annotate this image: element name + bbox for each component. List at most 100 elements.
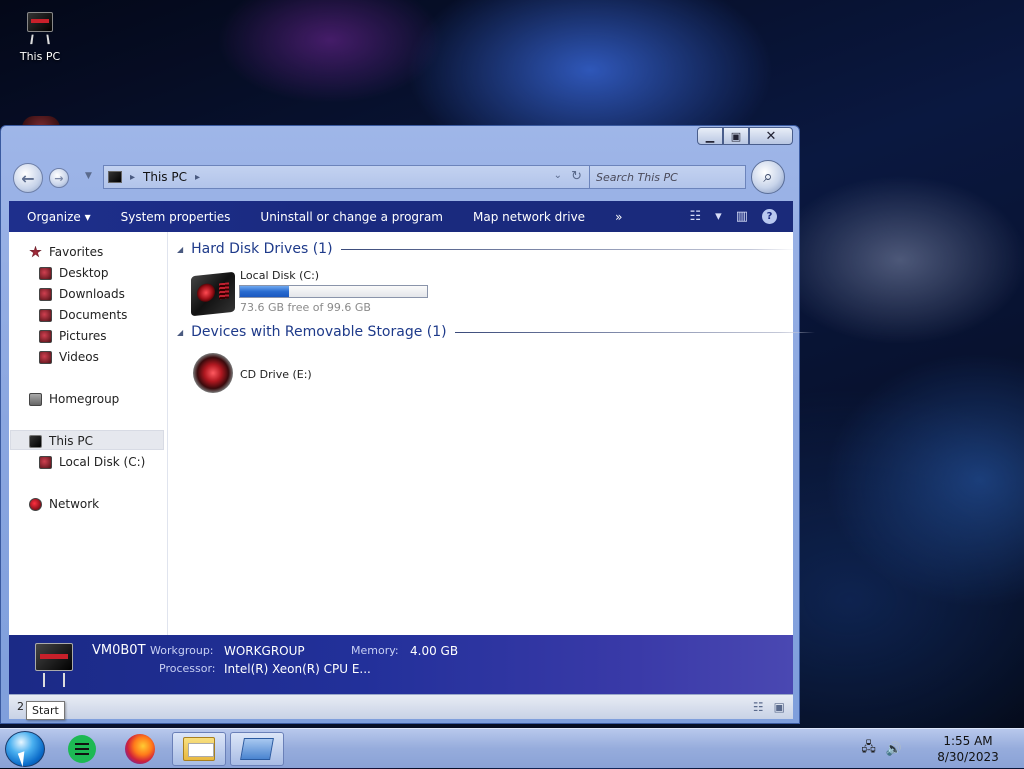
forward-button[interactable]: → (49, 168, 69, 188)
organize-menu[interactable]: Organize ▾ (9, 210, 106, 224)
homegroup-icon (29, 392, 42, 406)
status-bar: 2 ☷ ▣ (9, 694, 793, 719)
hard-drive-icon[interactable] (191, 271, 235, 317)
workgroup-label: Workgroup: (150, 644, 214, 657)
status-view-buttons: ☷ ▣ (753, 700, 785, 714)
hard-drive-icon (39, 455, 52, 469)
view-options-dropdown-icon[interactable]: ▾ (715, 209, 722, 224)
clock-time: 1:55 AM (943, 734, 993, 748)
processor-label: Processor: (159, 662, 216, 675)
close-button[interactable]: ✕ (749, 127, 793, 145)
map-network-drive-button[interactable]: Map network drive (458, 210, 600, 224)
refresh-icon[interactable]: ↻ (571, 169, 582, 184)
taskbar-app-firefox[interactable] (116, 732, 164, 766)
drive-c-usage-fill (240, 286, 289, 297)
caption-buttons: ▁ ▣ ✕ (697, 127, 793, 145)
search-box[interactable] (589, 165, 746, 189)
search-button[interactable]: ⌕ (751, 160, 785, 194)
item-count: 2 (17, 700, 24, 713)
volume-icon[interactable]: 🔊 (886, 742, 902, 757)
recent-locations-button[interactable]: ▼ (85, 171, 92, 181)
breadcrumb-separator-icon[interactable]: ▸ (195, 172, 200, 183)
drive-c-name[interactable]: Local Disk (C:) (240, 269, 319, 282)
details-view-icon[interactable]: ☷ (753, 700, 764, 714)
group-header-removable-storage[interactable]: ◢ Devices with Removable Storage (1) (177, 324, 815, 340)
nav-item-favorites[interactable]: Favorites (29, 245, 103, 259)
start-tooltip: Start (26, 701, 65, 720)
drive-c-usage-bar (239, 285, 428, 298)
preview-pane-icon[interactable]: ▥ (736, 209, 748, 224)
star-icon (29, 245, 42, 258)
processor-value: Intel(R) Xeon(R) CPU E... (224, 662, 371, 676)
firefox-icon (125, 734, 155, 764)
documents-icon (39, 308, 52, 322)
desktop-icon-this-pc[interactable]: This PC (14, 10, 66, 63)
back-button[interactable]: ← (13, 163, 43, 193)
system-tray: 🖧 🔊 1:55 AM 8/30/2023 (861, 729, 1024, 769)
explorer-window: ▁ ▣ ✕ ← → ▼ ▸ This PC ▸ ⌄ ↻ ⌕ Organize ▾… (0, 125, 815, 724)
window-icon (240, 738, 274, 760)
nav-item-documents[interactable]: Documents (39, 308, 127, 322)
nav-item-this-pc[interactable]: This PC (29, 434, 93, 448)
large-icons-view-icon[interactable]: ▣ (774, 700, 785, 714)
uninstall-program-button[interactable]: Uninstall or change a program (245, 210, 458, 224)
taskbar: 🖧 🔊 1:55 AM 8/30/2023 (0, 728, 1024, 768)
nav-item-pictures[interactable]: Pictures (39, 329, 107, 343)
folder-icon (183, 737, 215, 761)
change-view-icon[interactable]: ☷ (690, 209, 702, 224)
taskbar-app-control-panel[interactable] (230, 732, 284, 766)
collapse-arrow-icon[interactable]: ◢ (177, 328, 183, 337)
address-dropdown-icon[interactable]: ⌄ (554, 170, 562, 181)
content-area: Favorites Desktop Downloads Documents Pi… (9, 232, 815, 635)
cd-drive-icon[interactable] (193, 353, 233, 393)
drives-view: ◢ Hard Disk Drives (1) Local Disk (C:) 7… (174, 232, 815, 635)
group-header-hard-disk-drives[interactable]: ◢ Hard Disk Drives (1) (177, 241, 796, 257)
videos-icon (39, 350, 52, 364)
drive-e-name[interactable]: CD Drive (E:) (240, 368, 312, 381)
navigation-bar: ← → ▼ ▸ This PC ▸ ⌄ ↻ ⌕ (11, 160, 789, 194)
computer-icon (31, 641, 77, 689)
nav-item-downloads[interactable]: Downloads (39, 287, 125, 301)
memory-label: Memory: (351, 644, 399, 657)
clock-date: 8/30/2023 (937, 750, 999, 764)
more-commands-button[interactable]: » (600, 210, 637, 224)
computer-icon (23, 10, 57, 46)
clock[interactable]: 1:55 AM 8/30/2023 (912, 733, 1024, 765)
nav-item-desktop[interactable]: Desktop (39, 266, 109, 280)
network-icon (29, 497, 42, 511)
computer-icon (29, 434, 42, 448)
nav-item-network[interactable]: Network (29, 497, 99, 511)
downloads-icon (39, 287, 52, 301)
nav-item-homegroup[interactable]: Homegroup (29, 392, 119, 406)
taskbar-app-file-explorer[interactable] (172, 732, 226, 766)
workgroup-value: WORKGROUP (224, 644, 305, 658)
computer-icon (108, 171, 122, 183)
breadcrumb-this-pc[interactable]: This PC (143, 170, 187, 184)
nav-item-videos[interactable]: Videos (39, 350, 99, 364)
minimize-button[interactable]: ▁ (697, 127, 723, 145)
back-arrow-icon: ← (21, 168, 35, 188)
desktop-icon-label: This PC (19, 50, 61, 63)
command-bar: Organize ▾ System properties Uninstall o… (9, 201, 793, 232)
forward-arrow-icon: → (54, 171, 64, 185)
breadcrumb-separator-icon[interactable]: ▸ (130, 172, 135, 183)
notes-app-icon (68, 735, 96, 763)
search-icon: ⌕ (763, 167, 773, 187)
navigation-pane: Favorites Desktop Downloads Documents Pi… (9, 232, 168, 635)
nav-item-local-disk[interactable]: Local Disk (C:) (39, 455, 145, 469)
collapse-arrow-icon[interactable]: ◢ (177, 245, 183, 254)
system-properties-button[interactable]: System properties (106, 210, 246, 224)
desktop-icon (39, 266, 52, 280)
drive-c-free-space: 73.6 GB free of 99.6 GB (240, 301, 371, 314)
search-input[interactable] (590, 166, 745, 188)
maximize-button[interactable]: ▣ (723, 127, 749, 145)
address-bar[interactable]: ▸ This PC ▸ ⌄ ↻ (103, 165, 591, 189)
network-tray-icon[interactable]: 🖧 (861, 738, 876, 760)
view-controls: ☷ ▾ ▥ ? (690, 209, 793, 224)
pictures-icon (39, 329, 52, 343)
details-pane: VM0B0T Workgroup: WORKGROUP Memory: 4.00… (9, 635, 793, 694)
taskbar-app-notes[interactable] (58, 732, 106, 766)
help-icon[interactable]: ? (762, 209, 777, 224)
computer-name: VM0B0T (92, 643, 146, 658)
memory-value: 4.00 GB (410, 644, 459, 658)
